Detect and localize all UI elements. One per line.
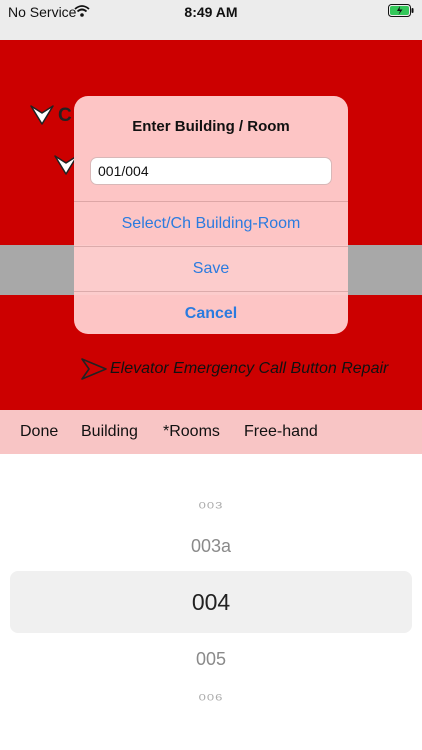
building-room-input[interactable] [90, 157, 332, 185]
picker-option-selected[interactable]: 004 [0, 589, 422, 616]
select-building-room-button[interactable]: Select/Ch Building-Room [74, 201, 348, 246]
picker-toolbar: Done Building *Rooms Free-hand [0, 410, 422, 454]
done-button[interactable]: Done [20, 423, 58, 441]
rooms-button[interactable]: *Rooms [163, 423, 220, 441]
picker-option[interactable]: 006 [0, 692, 422, 703]
room-picker-wheel[interactable]: 003 003a 004 005 006 [0, 454, 422, 750]
building-button[interactable]: Building [81, 423, 138, 441]
freehand-button[interactable]: Free-hand [244, 423, 318, 441]
chevron-right-icon[interactable] [80, 357, 108, 386]
save-button[interactable]: Save [74, 246, 348, 291]
cancel-button[interactable]: Cancel [74, 291, 348, 334]
picker-option[interactable]: 003a [0, 536, 422, 557]
repair-item-label[interactable]: Elevator Emergency Call Button Repair [110, 360, 388, 378]
list-row-label: C [58, 105, 72, 126]
picker-option[interactable]: 003 [0, 500, 422, 511]
status-bar: No Service 8:49 AM [0, 0, 422, 40]
battery-charging-icon [388, 4, 414, 17]
building-room-alert: Enter Building / Room Select/Ch Building… [74, 96, 348, 334]
status-time: 8:49 AM [184, 4, 238, 20]
picker-option[interactable]: 005 [0, 649, 422, 670]
alert-title: Enter Building / Room [132, 118, 290, 135]
chevron-down-icon[interactable] [30, 104, 54, 131]
